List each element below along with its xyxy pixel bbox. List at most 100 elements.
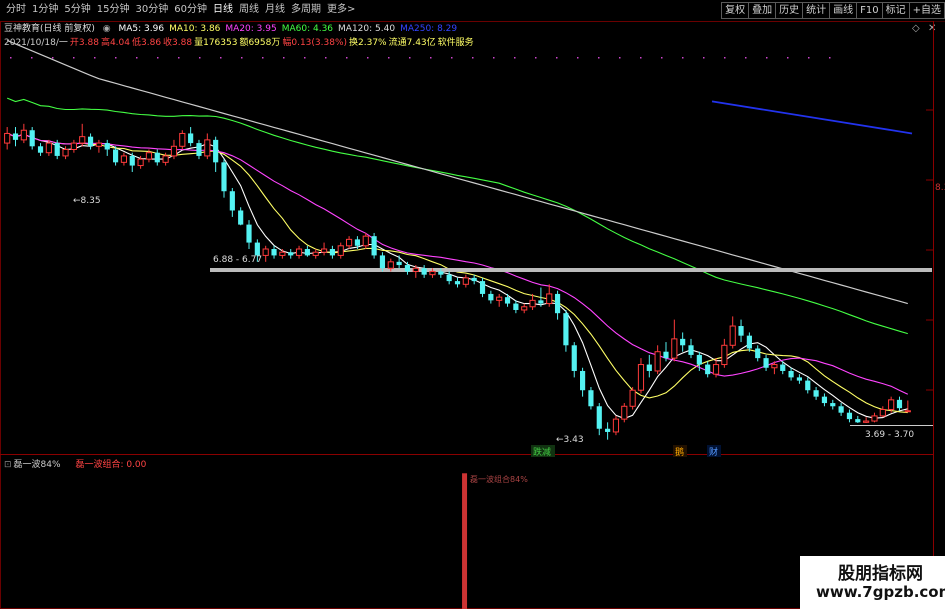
candle-body [813,390,819,397]
candle-body [855,419,861,423]
candle-body [454,281,461,285]
signal-dot [262,57,264,59]
signal-dot [115,57,117,59]
signal-dot [766,57,768,59]
signal-marker-1: 鹅 [675,446,684,458]
candle-body [663,351,669,359]
kline-chart[interactable]: 8.3 ←8.35 6.88 - 6.77 ←3.43 3.69 - 3.70 跌减 鹅 财磊… [0,0,945,609]
candle-body [346,238,353,247]
candle-body [580,370,586,391]
signal-dot [94,57,96,59]
signal-dot [409,57,411,59]
candle-body [213,139,219,163]
signal-dot [535,57,537,59]
price-annotation-2: ←3.43 [556,435,584,445]
signal-dot [556,57,558,59]
candle-body [738,326,744,336]
candle-body [671,338,678,359]
candle-body [538,300,544,304]
candle-body [29,130,35,147]
candle-body [796,377,803,381]
candle-body [521,306,528,311]
candle-body [488,293,494,301]
signal-dot [703,57,705,59]
candle-body [246,224,252,243]
candle-body [354,239,361,246]
candle-body [12,133,19,140]
watermark-title: 股朋指标网 [838,564,923,584]
candle-body [838,406,844,413]
candle-body [312,251,319,256]
candle-body [262,248,269,256]
candle-body [554,293,561,314]
candle-body [387,261,394,269]
candle-body [279,251,286,256]
candle-body [646,364,652,371]
candle-body [421,268,427,275]
candle-body [45,142,52,154]
candle-body [229,191,235,211]
candle-body [696,354,702,365]
candle-body [462,277,469,285]
signal-dot [829,57,831,59]
signal-dot [808,57,810,59]
candle-body [70,142,77,150]
candle-body [154,152,160,163]
candle-body [79,136,86,144]
candle-body [755,348,761,359]
candle-body [179,132,186,147]
signal-dot [514,57,516,59]
candle-body [846,412,853,420]
candle-body [830,403,836,407]
ma250-line [711,100,913,135]
candle-body [879,408,886,417]
signal-dot [346,57,348,59]
candle-body [87,136,94,147]
candle-body [412,267,419,272]
candle-body [863,420,870,423]
signal-dot [220,57,222,59]
signal-dot [325,57,327,59]
candle-body [170,145,178,157]
signal-dot [304,57,306,59]
signal-dot [640,57,642,59]
candle-body [145,152,153,160]
candle-body [904,410,911,413]
signal-dot [367,57,369,59]
candle-body [337,245,344,256]
candle-body [896,399,903,409]
signal-dot [451,57,453,59]
candle-body [120,155,128,163]
candle-body [637,364,645,391]
candle-body [112,149,119,163]
signal-dot [661,57,663,59]
signal-dot [31,57,33,59]
candle-body [529,299,536,308]
signal-dot [787,57,789,59]
candle-body [746,335,752,349]
signal-dot [682,57,684,59]
candle-body [104,143,110,150]
signal-dot [472,57,474,59]
candle-body [563,313,569,346]
candle-body [771,364,778,369]
candle-body [288,252,294,256]
candle-body [688,345,694,355]
candle-body [546,293,553,305]
candle-body [304,249,310,256]
candle-body [429,270,436,276]
candle-body [654,351,661,372]
candle-body [446,274,452,282]
signal-dot [745,57,747,59]
candle-body [821,396,828,404]
signal-marker-0: 跌减 [533,446,551,458]
candle-body [162,155,169,163]
candle-body [605,428,611,432]
candle-body [129,155,135,166]
signal-dot [493,57,495,59]
candle-body [295,248,303,256]
candle-body [4,132,11,144]
candle-body [780,364,786,371]
candle-body [188,133,194,144]
signal-dot [619,57,621,59]
